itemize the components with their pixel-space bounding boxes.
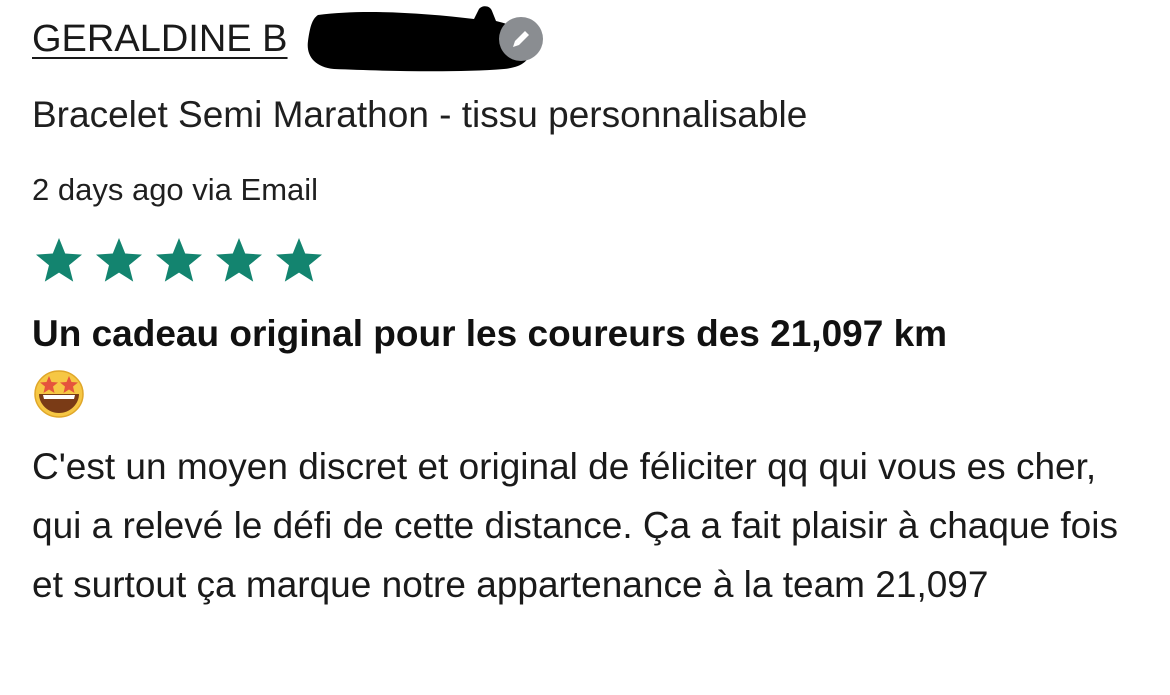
star-icon <box>36 238 82 282</box>
star-icon <box>96 238 142 282</box>
star-icon <box>276 238 322 282</box>
author-row: GERALDINE B <box>32 14 288 64</box>
star-icon <box>216 238 262 282</box>
review-body: C'est un moyen discret et original de fé… <box>32 446 1118 605</box>
star-rating <box>34 236 324 286</box>
product-title: Bracelet Semi Marathon - tissu personnal… <box>32 94 808 135</box>
star-icon <box>156 238 202 282</box>
star-struck-emoji <box>34 370 84 418</box>
author-name-link[interactable]: GERALDINE B <box>32 18 288 61</box>
review-meta: 2 days ago via Email <box>32 172 319 207</box>
pencil-icon[interactable] <box>499 17 543 61</box>
review-headline: Un cadeau original pour les coureurs des… <box>32 313 948 354</box>
